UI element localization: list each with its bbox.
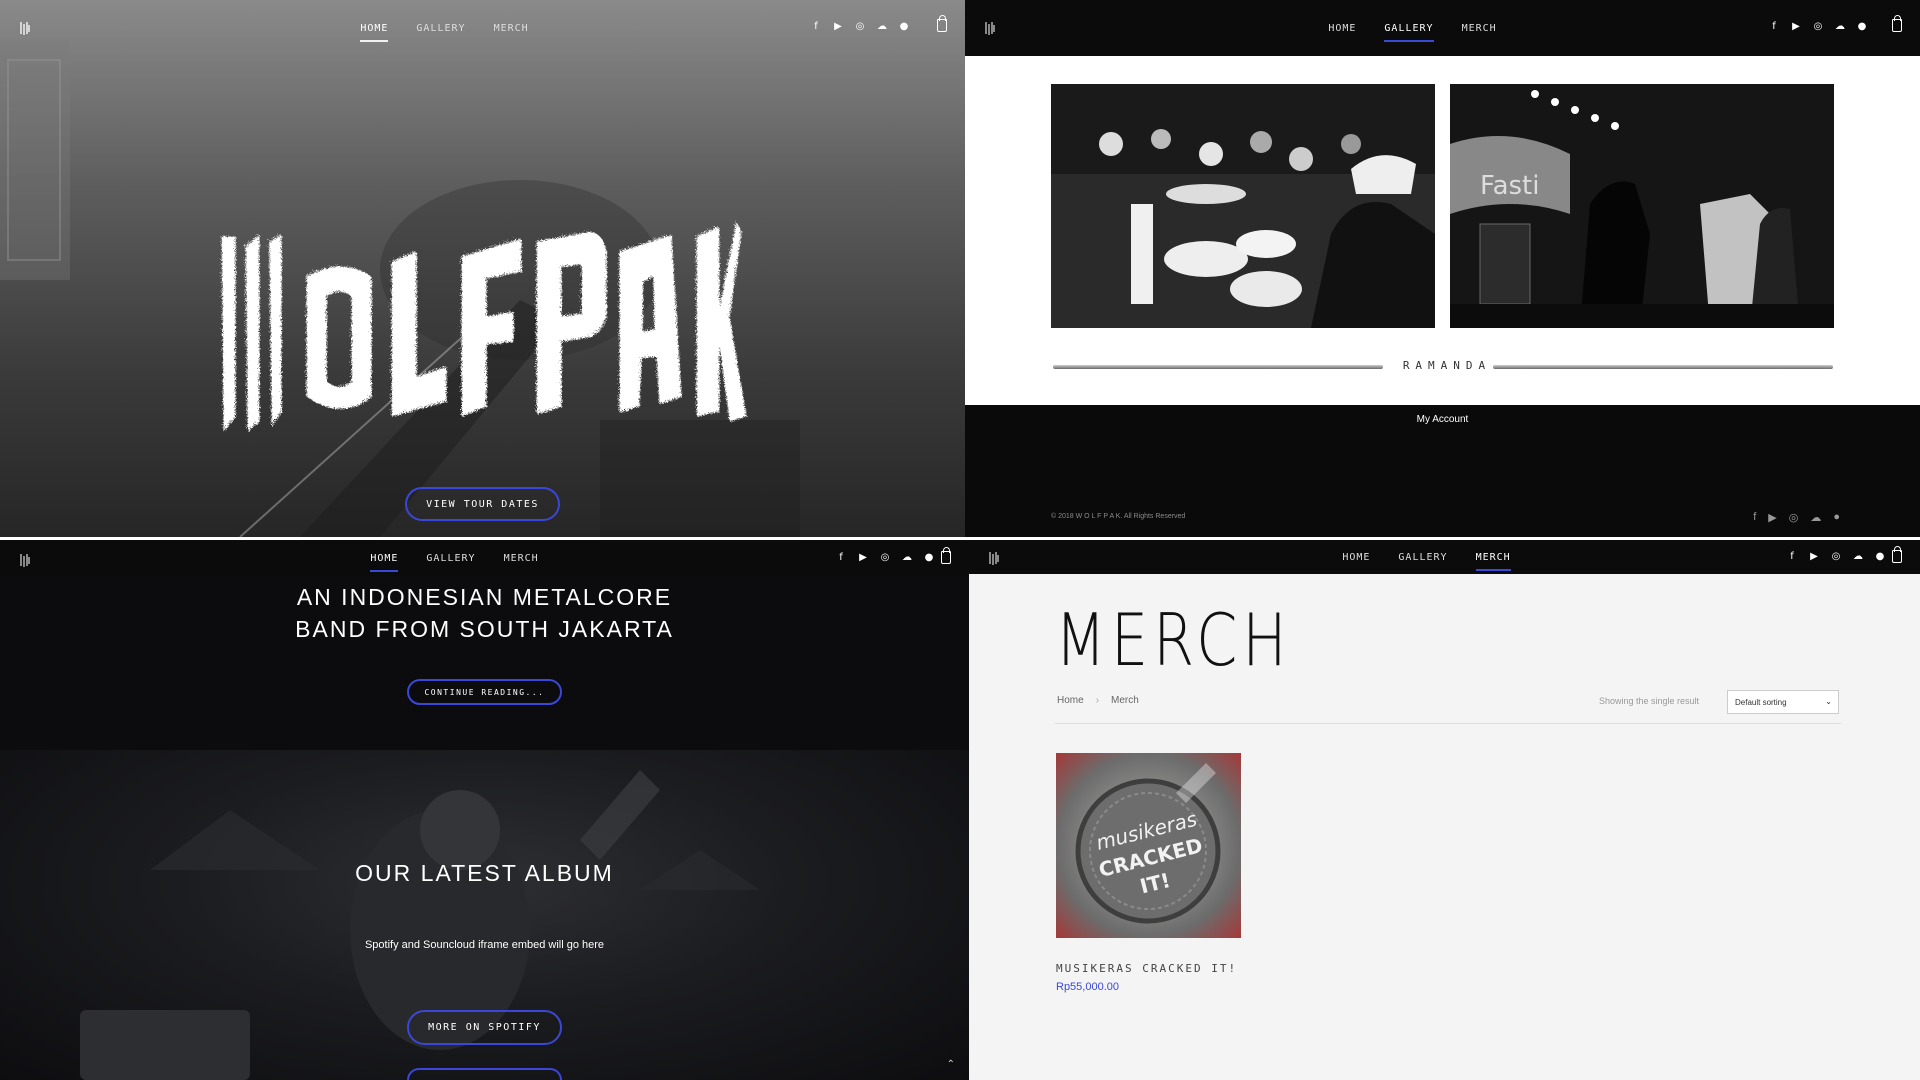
- breadcrumb: Home › Merch: [1057, 695, 1139, 706]
- nav-merch[interactable]: MERCH: [1462, 19, 1497, 38]
- about-panel: HOME GALLERY MERCH f ▶ ◎ ☁ ● AN INDONESI…: [0, 540, 969, 1080]
- footer-social-links: f ▶ ◎ ☁ ●: [1753, 511, 1840, 524]
- top-nav: HOME GALLERY MERCH f ▶ ◎ ☁ ●: [0, 0, 965, 56]
- divider-line: [1053, 365, 1383, 369]
- top-nav: HOME GALLERY MERCH f ▶ ◎ ☁ ●: [0, 540, 969, 576]
- instagram-icon[interactable]: ◎: [879, 551, 891, 565]
- result-count: Showing the single result: [1599, 696, 1700, 706]
- photographer-credit: RAMANDA: [1053, 359, 1833, 373]
- nav-home[interactable]: HOME: [1342, 548, 1370, 567]
- spotify-icon[interactable]: ●: [1874, 550, 1886, 564]
- nav-home[interactable]: HOME: [360, 19, 389, 42]
- gallery-panel: HOME GALLERY MERCH f ▶ ◎ ☁ ● Fasti RAMAN…: [965, 0, 1920, 537]
- chevron-down-icon: ⌄: [1825, 697, 1832, 706]
- main-menu: HOME GALLERY MERCH: [969, 540, 1902, 574]
- nav-gallery[interactable]: GALLERY: [416, 19, 465, 38]
- home-hero-panel: HOME GALLERY MERCH f ▶ ◎ ☁ ● VIEW TOUR D…: [0, 0, 965, 537]
- tagline-line-2: BAND FROM SOUTH JAKARTA: [295, 616, 674, 642]
- more-on-spotify-button[interactable]: MORE ON SPOTIFY: [407, 1010, 562, 1045]
- band-logo-wordmark: [220, 220, 745, 430]
- tagline-line-1: AN INDONESIAN METALCORE: [296, 584, 673, 610]
- chevron-right-icon: ›: [1095, 695, 1100, 706]
- nav-home[interactable]: HOME: [1328, 19, 1356, 38]
- social-links: f ▶ ◎ ☁ ●: [810, 20, 910, 34]
- facebook-icon[interactable]: f: [1786, 550, 1798, 564]
- soundcloud-icon[interactable]: ☁: [1852, 550, 1864, 564]
- my-account-link[interactable]: My Account: [965, 414, 1920, 425]
- main-menu: HOME GALLERY MERCH: [0, 0, 927, 56]
- continue-reading-button[interactable]: CONTINUE READING...: [407, 679, 562, 705]
- main-menu: HOME GALLERY MERCH: [965, 0, 1890, 56]
- product-image[interactable]: musikeras CRACKED IT!: [1056, 753, 1241, 938]
- gallery-photo-drummer[interactable]: [1051, 84, 1435, 328]
- facebook-icon[interactable]: f: [835, 551, 847, 565]
- soundcloud-icon[interactable]: ☁: [1810, 511, 1821, 524]
- instagram-icon[interactable]: ◎: [1830, 550, 1842, 564]
- product-price: Rp55,000.00: [1056, 981, 1119, 993]
- nav-home[interactable]: HOME: [370, 549, 399, 572]
- nav-merch[interactable]: MERCH: [504, 549, 539, 568]
- divider-line: [1493, 365, 1833, 369]
- shopping-bag-icon[interactable]: [941, 547, 951, 564]
- youtube-icon[interactable]: ▶: [832, 20, 844, 34]
- soundcloud-icon[interactable]: ☁: [1834, 20, 1846, 34]
- sort-value: Default sorting: [1735, 698, 1787, 707]
- nav-merch[interactable]: MERCH: [1475, 548, 1511, 571]
- svg-text:Fasti: Fasti: [1480, 171, 1539, 201]
- breadcrumb-home[interactable]: Home: [1057, 695, 1084, 706]
- site-footer: My Account © 2018 W O L F P A K. All Rig…: [965, 405, 1920, 537]
- social-links: f ▶ ◎ ☁ ●: [1768, 20, 1868, 34]
- embed-placeholder: Spotify and Souncloud iframe embed will …: [364, 939, 605, 951]
- page-title: MERCH: [1055, 598, 1292, 682]
- spotify-icon[interactable]: ●: [923, 551, 935, 565]
- facebook-icon[interactable]: f: [1753, 511, 1756, 524]
- divider: [1055, 723, 1841, 724]
- shopping-bag-icon[interactable]: [937, 15, 947, 32]
- gallery-photo-guitarist[interactable]: Fasti: [1450, 84, 1834, 328]
- secondary-button[interactable]: [407, 1068, 562, 1080]
- copyright-text: © 2018 W O L F P A K. All Rights Reserve…: [1051, 513, 1186, 520]
- social-links: f ▶ ◎ ☁ ●: [1786, 550, 1886, 564]
- sort-select[interactable]: Default sorting ⌄: [1727, 690, 1839, 714]
- nav-gallery[interactable]: GALLERY: [1384, 19, 1434, 42]
- shopping-bag-icon[interactable]: [1892, 15, 1902, 32]
- photographer-name: RAMANDA: [1402, 359, 1492, 372]
- album-heading: OUR LATEST ALBUM: [355, 860, 614, 886]
- facebook-icon[interactable]: f: [1768, 20, 1780, 34]
- spotify-icon[interactable]: ●: [1856, 20, 1868, 34]
- product-name[interactable]: MUSIKERAS CRACKED IT!: [1056, 962, 1237, 975]
- scroll-to-top-icon[interactable]: ⌃: [947, 1059, 955, 1070]
- soundcloud-icon[interactable]: ☁: [901, 551, 913, 565]
- facebook-icon[interactable]: f: [810, 20, 822, 34]
- main-menu: HOME GALLERY MERCH: [0, 540, 939, 576]
- nav-gallery[interactable]: GALLERY: [426, 549, 475, 568]
- youtube-icon[interactable]: ▶: [1768, 511, 1776, 524]
- merch-panel: HOME GALLERY MERCH f ▶ ◎ ☁ ● MERCH Home …: [969, 540, 1920, 1080]
- shopping-bag-icon[interactable]: [1892, 546, 1902, 563]
- youtube-icon[interactable]: ▶: [1808, 550, 1820, 564]
- youtube-icon[interactable]: ▶: [857, 551, 869, 565]
- social-links: f ▶ ◎ ☁ ●: [835, 551, 935, 565]
- instagram-icon[interactable]: ◎: [1789, 511, 1799, 524]
- spotify-icon[interactable]: ●: [1833, 511, 1840, 524]
- top-nav: HOME GALLERY MERCH f ▶ ◎ ☁ ●: [969, 540, 1920, 574]
- spotify-icon[interactable]: ●: [898, 20, 910, 34]
- youtube-icon[interactable]: ▶: [1790, 20, 1802, 34]
- breadcrumb-current: Merch: [1111, 695, 1139, 706]
- instagram-icon[interactable]: ◎: [1812, 20, 1824, 34]
- view-tour-dates-button[interactable]: VIEW TOUR DATES: [405, 487, 560, 521]
- nav-merch[interactable]: MERCH: [494, 19, 529, 38]
- nav-gallery[interactable]: GALLERY: [1398, 548, 1447, 567]
- instagram-icon[interactable]: ◎: [854, 20, 866, 34]
- soundcloud-icon[interactable]: ☁: [876, 20, 888, 34]
- top-nav: HOME GALLERY MERCH f ▶ ◎ ☁ ●: [965, 0, 1920, 56]
